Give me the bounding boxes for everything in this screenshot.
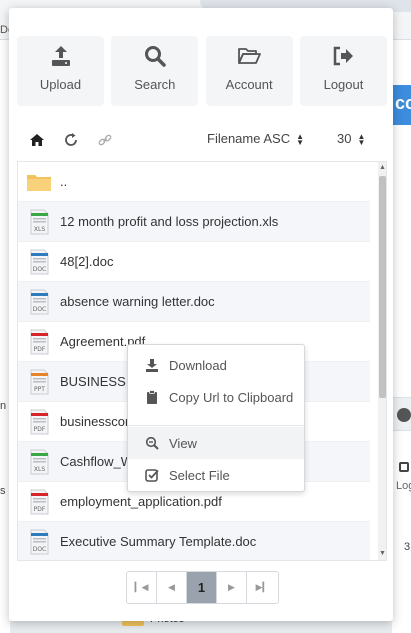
sort-select[interactable]: Filename ASC ▲ ▼ <box>207 131 304 146</box>
scrollbar[interactable]: ▲ ▼ <box>378 162 386 560</box>
background-text-fragment: Log <box>396 480 411 492</box>
background-text-fragment: n <box>0 400 7 412</box>
zoom-icon <box>145 436 159 450</box>
upload-button[interactable]: Upload <box>17 36 104 106</box>
xls-icon: XLS <box>26 209 52 235</box>
file-name: Executive Summary Template.doc <box>60 534 257 549</box>
account-label: Account <box>225 77 273 92</box>
background-logout-fragment: Log <box>396 462 411 492</box>
background-text-fragment: 3 <box>404 541 411 553</box>
background-toolbar-button <box>392 397 411 431</box>
svg-text:XLS: XLS <box>34 226 45 233</box>
sort-label: Filename ASC <box>207 131 291 146</box>
file-navbar: Filename ASC ▲ ▼ 30 ▲ ▼ <box>17 126 387 154</box>
upload-label: Upload <box>39 77 82 92</box>
svg-text:DOC: DOC <box>33 546 47 553</box>
folder-open-icon <box>238 48 262 64</box>
home-icon[interactable] <box>29 132 45 148</box>
logout-label: Logout <box>323 77 364 92</box>
link-icon[interactable] <box>97 132 113 148</box>
refresh-icon[interactable] <box>63 132 79 148</box>
background-logout-icon <box>399 462 409 472</box>
file-name: businesscor <box>60 414 130 429</box>
per-page-label: 30 <box>337 131 352 146</box>
file-name: Cashflow_W <box>60 454 133 469</box>
background-blue-button: cc <box>392 85 411 125</box>
svg-text:PDF: PDF <box>34 426 46 433</box>
file-row[interactable]: XLS 12 month profit and loss projection.x… <box>18 202 370 242</box>
select-file-label: Select File <box>169 467 230 483</box>
context-menu: Download Copy Url to Clipboard View Sele… <box>127 344 305 492</box>
svg-text:PDF: PDF <box>34 346 46 353</box>
file-row[interactable]: DOC Executive Summary Template.doc <box>18 522 370 560</box>
download-label: Download <box>169 357 227 373</box>
prev-page-icon: ◀ <box>168 582 175 592</box>
scroll-up-arrow[interactable]: ▲ <box>378 162 386 174</box>
file-name: employment_application.pdf <box>60 494 222 509</box>
xls-icon: XLS <box>26 449 52 475</box>
file-name: .. <box>60 174 68 189</box>
view-menu-item[interactable]: View <box>128 427 304 459</box>
sort-arrows-icon: ▲ ▼ <box>296 131 305 147</box>
account-button[interactable]: Account <box>205 36 293 106</box>
svg-text:DOC: DOC <box>33 306 47 313</box>
first-page-button[interactable]: ▎◀ <box>127 572 157 603</box>
pdf-icon: PDF <box>26 329 52 355</box>
copy-url-label: Copy Url to Clipboard <box>169 389 294 405</box>
scrollbar-thumb[interactable] <box>379 176 386 398</box>
menu-divider <box>128 425 304 426</box>
download-icon <box>146 359 158 372</box>
doc-icon: DOC <box>26 529 52 555</box>
check-square-icon <box>145 469 159 482</box>
per-page-select[interactable]: 30 ▲ ▼ <box>337 131 365 146</box>
download-menu-item[interactable]: Download <box>128 349 304 381</box>
pdf-icon: PDF <box>26 409 52 435</box>
svg-text:PDF: PDF <box>34 506 46 513</box>
search-label: Search <box>134 77 176 92</box>
file-name: BUSINESS I <box>60 374 133 389</box>
file-name: absence warning letter.doc <box>60 294 215 309</box>
scroll-down-arrow[interactable]: ▼ <box>378 548 386 560</box>
ppt-icon: PPT <box>26 369 52 395</box>
clipboard-icon <box>147 390 157 404</box>
background-text-fragment: s <box>0 485 6 497</box>
doc-icon: DOC <box>26 289 52 315</box>
sign-out-icon <box>334 46 354 66</box>
next-page-icon: ▶ <box>228 582 235 592</box>
background-icon <box>397 408 411 422</box>
first-page-icon: ▎◀ <box>134 582 149 592</box>
prev-page-button[interactable]: ◀ <box>157 572 187 603</box>
folder-icon <box>26 169 52 195</box>
view-label: View <box>169 435 197 451</box>
logout-button[interactable]: Logout <box>299 36 387 106</box>
file-row[interactable]: DOC 48[2].doc <box>18 242 370 282</box>
file-manager-modal: Upload Search Account Logout Filename AS… <box>9 8 393 621</box>
pdf-icon: PDF <box>26 489 52 515</box>
svg-text:XLS: XLS <box>34 466 45 473</box>
file-name: 48[2].doc <box>60 254 114 269</box>
current-page-button[interactable]: 1 <box>187 572 217 603</box>
file-name: 12 month profit and loss projection.xls <box>60 214 279 229</box>
per-page-arrows-icon: ▲ ▼ <box>357 131 366 147</box>
search-button[interactable]: Search <box>111 36 199 106</box>
file-row[interactable]: DOC absence warning letter.doc <box>18 282 370 322</box>
doc-icon: DOC <box>26 249 52 275</box>
copy-url-menu-item[interactable]: Copy Url to Clipboard <box>128 381 304 413</box>
last-page-button[interactable]: ▶▎ <box>247 572 278 603</box>
next-page-button[interactable]: ▶ <box>217 572 247 603</box>
select-file-menu-item[interactable]: Select File <box>128 459 304 491</box>
last-page-icon: ▶▎ <box>255 582 270 592</box>
toolbar: Upload Search Account Logout <box>17 36 387 106</box>
search-icon <box>144 46 166 67</box>
svg-text:PPT: PPT <box>34 386 45 393</box>
pagination: ▎◀ ◀ 1 ▶ ▶▎ <box>126 571 279 604</box>
file-row[interactable]: .. <box>18 162 370 202</box>
svg-text:DOC: DOC <box>33 266 47 273</box>
upload-icon <box>51 46 70 66</box>
